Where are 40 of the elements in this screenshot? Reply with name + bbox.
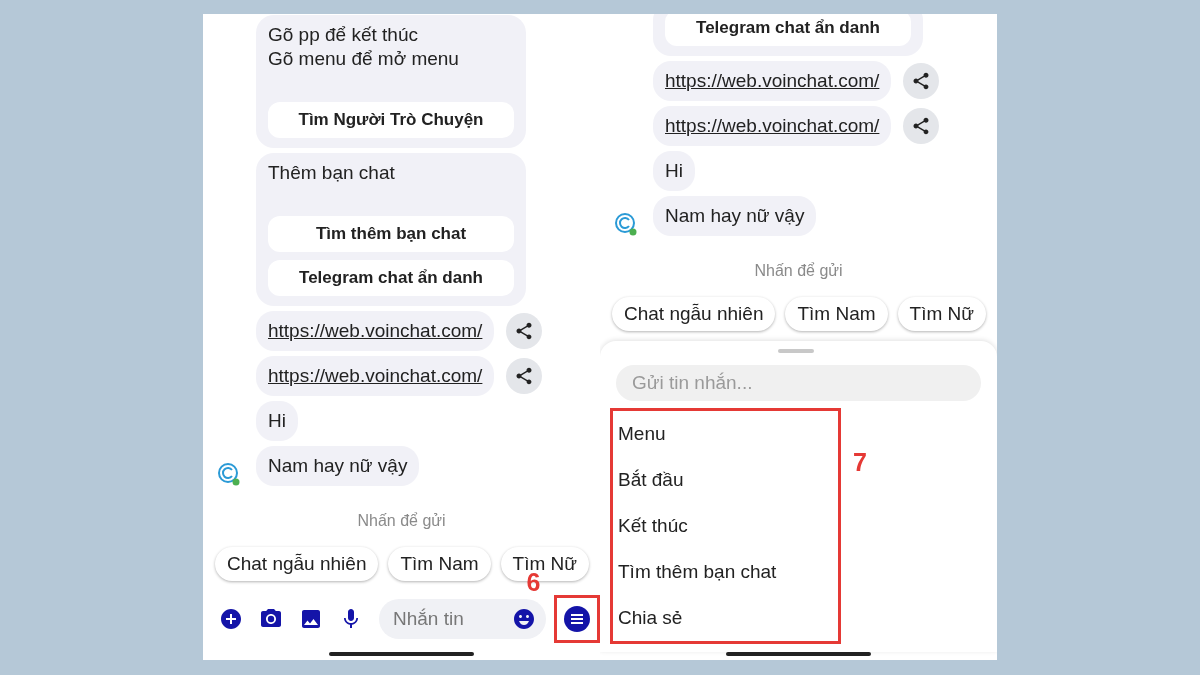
message-text: Gõ pp để kết thúc Gõ menu để mở menu <box>268 23 460 71</box>
menu-item[interactable]: Menu <box>618 411 838 457</box>
menu-item[interactable]: Tìm thêm bạn chat <box>618 549 838 595</box>
quick-reply-chip[interactable]: Tìm Nam <box>388 547 491 581</box>
share-button[interactable] <box>506 358 543 394</box>
callout-number: 7 <box>853 448 867 477</box>
image-icon[interactable] <box>299 607 323 631</box>
menu-item[interactable]: Chia sẻ <box>618 595 838 641</box>
emoji-icon[interactable] <box>511 607 536 631</box>
sheet-handle[interactable] <box>777 349 814 353</box>
share-button[interactable] <box>903 108 940 144</box>
card-button[interactable]: Telegram chat ẩn danh <box>268 260 514 296</box>
message-link[interactable]: https://web.voinchat.com/ <box>665 70 880 91</box>
message-input[interactable]: Nhắn tin <box>391 607 505 631</box>
message-bubble: Nam hay nữ vậy <box>653 196 817 236</box>
message-link[interactable]: https://web.voinchat.com/ <box>665 115 880 136</box>
send-hint: Nhấn để gửi <box>753 262 844 280</box>
message-text: Thêm bạn chat <box>268 161 396 185</box>
message-bubble: Hi <box>653 151 695 191</box>
card-button[interactable]: Telegram chat ẩn danh <box>665 14 911 46</box>
message-field[interactable]: Gửi tin nhắn... <box>616 365 981 401</box>
quick-reply-chip[interactable]: Chat ngẫu nhiên <box>215 547 379 581</box>
card-button[interactable]: Tìm thêm bạn chat <box>268 216 514 252</box>
card-button[interactable]: Tìm Người Trò Chuyện <box>268 102 514 138</box>
add-icon[interactable] <box>219 607 243 631</box>
quick-reply-chip[interactable]: Tìm Nữ <box>897 297 986 331</box>
message-field[interactable]: Nhắn tin <box>379 599 546 639</box>
send-hint: Nhấn để gửi <box>356 512 447 530</box>
quick-reply-chip[interactable]: Chat ngẫu nhiên <box>612 297 776 331</box>
menu-icon <box>569 613 584 625</box>
share-button[interactable] <box>903 63 940 99</box>
message-bubble: Hi <box>256 401 298 441</box>
message-link[interactable]: https://web.voinchat.com/ <box>268 365 483 386</box>
message-bubble: Nam hay nữ vậy <box>256 446 420 486</box>
quick-reply-chip[interactable]: Tìm Nam <box>785 297 888 331</box>
menu-item[interactable]: Bắt đầu <box>618 457 838 503</box>
message-link[interactable]: https://web.voinchat.com/ <box>268 320 483 341</box>
menu-item[interactable]: Kết thúc <box>618 503 838 549</box>
menu-button[interactable] <box>563 606 590 632</box>
share-button[interactable] <box>506 313 543 349</box>
